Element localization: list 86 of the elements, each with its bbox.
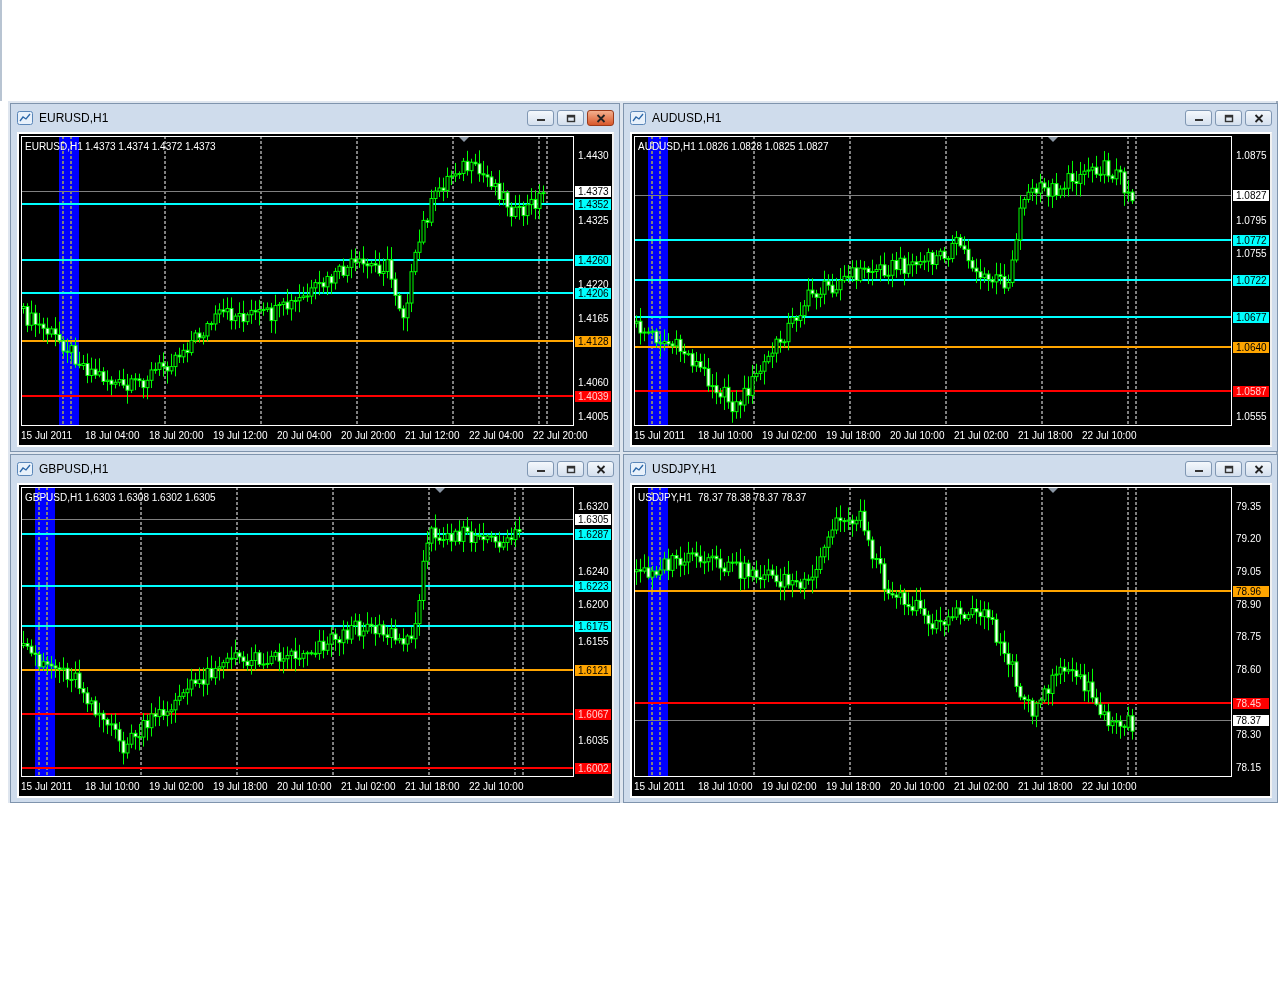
price-label: 1.4165 — [578, 312, 609, 324]
price-label: 78.15 — [1236, 761, 1262, 773]
ohlc-values: 1.0826 1.0828 1.0825 1.0827 — [698, 141, 829, 152]
window-title: AUDUSD,H1 — [652, 111, 722, 125]
price-tag: 1.6067 — [575, 709, 611, 720]
price-label: 79.35 — [1236, 500, 1262, 512]
time-label: 21 Jul 12:00 — [405, 430, 460, 441]
price-tag: 78.96 — [1233, 586, 1269, 597]
price-label: 78.90 — [1236, 598, 1262, 610]
price-label: 1.4060 — [578, 376, 609, 388]
price-label: 79.20 — [1236, 533, 1262, 545]
price-tag: 78.37 — [1233, 715, 1269, 726]
price-tag: 1.0772 — [1233, 235, 1269, 246]
price-label: 1.6035 — [578, 734, 609, 746]
time-label: 19 Jul 18:00 — [213, 781, 268, 792]
price-label: 1.4005 — [578, 410, 609, 422]
price-tag: 1.6287 — [575, 529, 611, 540]
time-label: 22 Jul 10:00 — [1082, 781, 1137, 792]
price-tag: 1.0827 — [1233, 190, 1269, 201]
price-tag: 1.6175 — [575, 621, 611, 632]
window-title: EURUSD,H1 — [39, 111, 109, 125]
price-tag: 1.0677 — [1233, 312, 1269, 323]
price-tag: 1.0587 — [1233, 386, 1269, 397]
price-label: 1.0555 — [1236, 410, 1267, 422]
price-label: 1.0875 — [1236, 149, 1267, 161]
price-label: 78.30 — [1236, 729, 1262, 741]
price-label: 1.6320 — [578, 500, 609, 512]
price-tag: 1.0640 — [1233, 342, 1269, 353]
price-label: 78.75 — [1236, 631, 1262, 643]
time-label: 15 Jul 2011 — [634, 781, 685, 792]
price-tag: 1.0722 — [1233, 275, 1269, 286]
price-tag: 78.45 — [1233, 698, 1269, 709]
ohlc-values: 78.37 78.38 78.37 78.37 — [698, 492, 807, 503]
price-label: 79.05 — [1236, 565, 1262, 577]
time-label: 15 Jul 2011 — [21, 430, 72, 441]
price-tag: 1.4206 — [575, 288, 611, 299]
price-label: 1.4430 — [578, 150, 609, 162]
time-label: 21 Jul 18:00 — [1018, 781, 1073, 792]
time-label: 15 Jul 2011 — [21, 781, 72, 792]
time-label: 21 Jul 18:00 — [405, 781, 460, 792]
time-label: 18 Jul 10:00 — [85, 781, 140, 792]
time-label: 19 Jul 12:00 — [213, 430, 268, 441]
price-tag: 1.4373 — [575, 186, 611, 197]
price-tag: 1.4352 — [575, 199, 611, 210]
time-label: 18 Jul 20:00 — [149, 430, 204, 441]
time-label: 21 Jul 18:00 — [1018, 430, 1073, 441]
window-title: USDJPY,H1 — [652, 462, 717, 476]
price-tag: 1.6305 — [575, 514, 611, 525]
time-label: 21 Jul 02:00 — [341, 781, 396, 792]
time-label: 20 Jul 20:00 — [341, 430, 396, 441]
time-label: 19 Jul 02:00 — [762, 781, 817, 792]
price-tag: 1.6121 — [575, 665, 611, 676]
time-label: 22 Jul 10:00 — [1082, 430, 1137, 441]
time-label: 19 Jul 02:00 — [762, 430, 817, 441]
price-label: 1.4220 — [578, 278, 609, 290]
price-tag: 1.6002 — [575, 763, 611, 774]
price-tag: 1.4039 — [575, 391, 611, 402]
time-label: 18 Jul 10:00 — [698, 781, 753, 792]
price-label: 1.4325 — [578, 214, 609, 226]
time-label: 20 Jul 10:00 — [890, 781, 945, 792]
ohlc-values: 1.6303 1.6308 1.6302 1.6305 — [85, 492, 216, 503]
price-label: 1.6155 — [578, 636, 609, 648]
time-label: 21 Jul 02:00 — [954, 430, 1009, 441]
time-label: 20 Jul 10:00 — [277, 781, 332, 792]
time-label: 18 Jul 04:00 — [85, 430, 140, 441]
price-tag: 1.4260 — [575, 255, 611, 266]
time-label: 18 Jul 10:00 — [698, 430, 753, 441]
window-title: GBPUSD,H1 — [39, 462, 109, 476]
price-label: 78.60 — [1236, 663, 1262, 675]
price-label: 1.6200 — [578, 599, 609, 611]
time-label: 20 Jul 10:00 — [890, 430, 945, 441]
time-label: 22 Jul 20:00 — [533, 430, 588, 441]
time-label: 20 Jul 04:00 — [277, 430, 332, 441]
time-label: 22 Jul 04:00 — [469, 430, 524, 441]
time-label: 15 Jul 2011 — [634, 430, 685, 441]
price-label: 1.0755 — [1236, 247, 1267, 259]
time-label: 22 Jul 10:00 — [469, 781, 524, 792]
ohlc-values: 1.4373 1.4374 1.4372 1.4373 — [85, 141, 216, 152]
price-tag: 1.4128 — [575, 336, 611, 347]
time-label: 21 Jul 02:00 — [954, 781, 1009, 792]
time-label: 19 Jul 18:00 — [826, 430, 881, 441]
time-label: 19 Jul 02:00 — [149, 781, 204, 792]
time-label: 19 Jul 18:00 — [826, 781, 881, 792]
price-label: 1.6240 — [578, 566, 609, 578]
price-tag: 1.6223 — [575, 581, 611, 592]
price-label: 1.0795 — [1236, 214, 1267, 226]
